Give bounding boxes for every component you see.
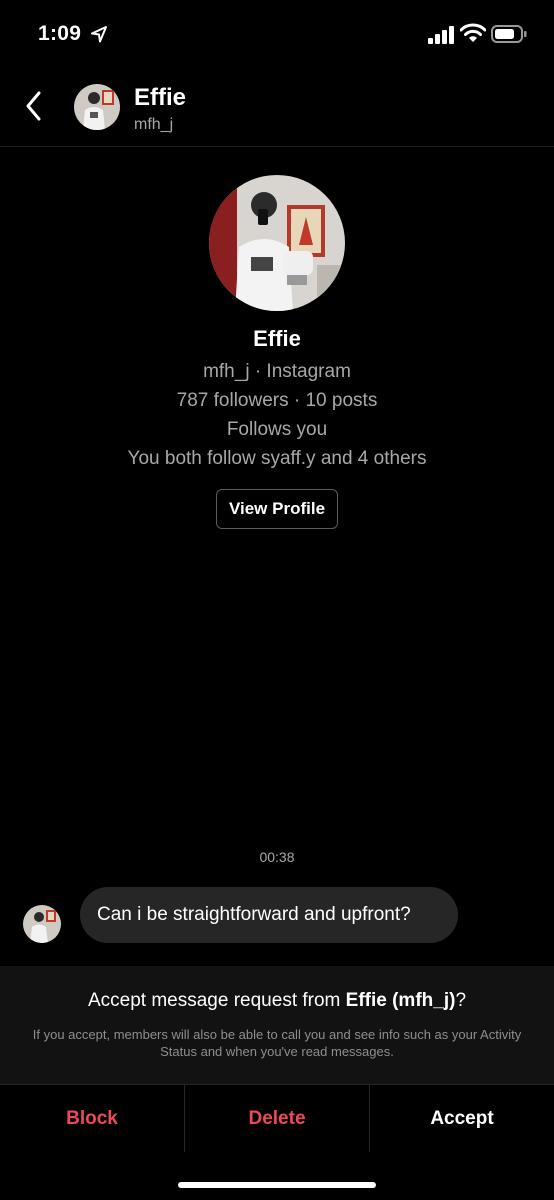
profile-follows-line: Follows you bbox=[226, 419, 328, 440]
block-button[interactable]: Block bbox=[0, 1085, 184, 1152]
request-title-suffix: ? bbox=[455, 990, 467, 1011]
home-indicator[interactable] bbox=[178, 1182, 376, 1188]
request-title-name: Effie (mfh_j) bbox=[345, 990, 456, 1011]
request-title: Accept message request from Effie (mfh_j… bbox=[0, 990, 554, 1012]
request-title-prefix: Accept message request from bbox=[87, 990, 346, 1011]
chevron-left-icon[interactable] bbox=[20, 88, 48, 124]
delete-button[interactable]: Delete bbox=[184, 1085, 369, 1152]
header-avatar[interactable] bbox=[74, 84, 120, 130]
profile-handle-line: mfh_j · Instagram bbox=[203, 361, 351, 382]
battery-icon bbox=[491, 25, 527, 43]
location-arrow-icon bbox=[91, 26, 107, 43]
status-bar: 1:09 bbox=[0, 0, 554, 70]
profile-name: Effie bbox=[253, 326, 301, 351]
sender-avatar[interactable] bbox=[23, 905, 61, 943]
profile-stats-line: 787 followers · 10 posts bbox=[176, 390, 378, 411]
chat-header: Effie mfh_j bbox=[0, 70, 554, 147]
view-profile-button[interactable]: View Profile bbox=[216, 489, 338, 529]
request-action-bar: Block Delete Accept bbox=[0, 1084, 554, 1152]
header-name[interactable]: Effie bbox=[134, 84, 186, 112]
profile-avatar[interactable] bbox=[209, 175, 345, 311]
profile-mutual-line: You both follow syaff.y and 4 others bbox=[127, 448, 427, 469]
message-timestamp: 00:38 bbox=[259, 849, 295, 865]
message-bubble[interactable]: Can i be straightforward and upfront? bbox=[80, 887, 458, 943]
status-time: 1:09 bbox=[38, 22, 82, 45]
wifi-icon bbox=[460, 23, 486, 42]
message-request-panel: Accept message request from Effie (mfh_j… bbox=[0, 966, 554, 1084]
header-handle: mfh_j bbox=[134, 116, 174, 133]
cellular-signal-icon bbox=[428, 26, 454, 44]
accept-button[interactable]: Accept bbox=[369, 1085, 554, 1152]
request-note: If you accept, members will also be able… bbox=[32, 1027, 522, 1059]
